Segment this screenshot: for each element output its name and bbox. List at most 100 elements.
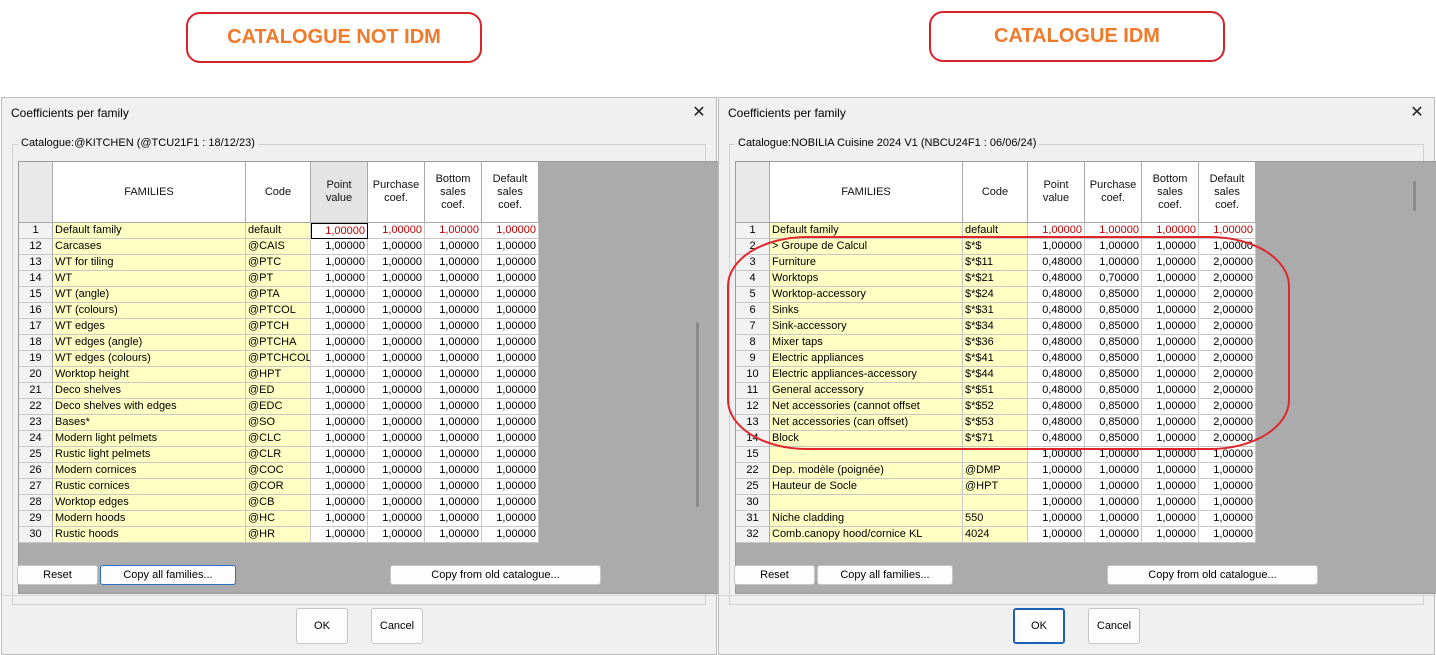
default-sales-coef-cell[interactable]: 2,00000 bbox=[1199, 335, 1256, 351]
purchase-coef-cell[interactable]: 0,85000 bbox=[1085, 319, 1142, 335]
purchase-coef-cell[interactable]: 0,85000 bbox=[1085, 431, 1142, 447]
bottom-sales-coef-cell[interactable]: 1,00000 bbox=[1142, 383, 1199, 399]
code-cell[interactable]: 4024 bbox=[963, 527, 1028, 543]
default-sales-coef-cell[interactable]: 2,00000 bbox=[1199, 303, 1256, 319]
default-sales-coef-cell[interactable]: 2,00000 bbox=[1199, 415, 1256, 431]
bottom-sales-coef-cell[interactable]: 1,00000 bbox=[425, 463, 482, 479]
header-code[interactable]: Code bbox=[963, 162, 1028, 223]
purchase-coef-cell[interactable]: 1,00000 bbox=[368, 399, 425, 415]
code-cell[interactable]: @PTC bbox=[246, 255, 311, 271]
table-row[interactable]: 23 Bases* @SO 1,00000 1,00000 1,00000 1,00000 bbox=[19, 415, 539, 431]
code-cell[interactable]: @PTA bbox=[246, 287, 311, 303]
table-row[interactable]: 13 Net accessories (can offset) $*$53 0,480… bbox=[736, 415, 1256, 431]
family-name-cell[interactable]: WT edges (angle) bbox=[53, 335, 246, 351]
copy-from-old-catalogue-button[interactable]: Copy from old catalogue... bbox=[390, 565, 601, 585]
table-row[interactable]: 30 1,00000 1,00000 1,00000 1,00000 bbox=[736, 495, 1256, 511]
purchase-coef-cell[interactable]: 1,00000 bbox=[368, 415, 425, 431]
bottom-sales-coef-cell[interactable]: 1,00000 bbox=[425, 447, 482, 463]
header-families[interactable]: FAMILIES bbox=[770, 162, 963, 223]
bottom-sales-coef-cell[interactable]: 1,00000 bbox=[425, 223, 482, 239]
code-cell[interactable]: @HR bbox=[246, 527, 311, 543]
table-row[interactable]: 11 General accessory $*$51 0,48000 0,85000 1,… bbox=[736, 383, 1256, 399]
point-value-cell[interactable]: 1,00000 bbox=[1028, 447, 1085, 463]
bottom-sales-coef-cell[interactable]: 1,00000 bbox=[425, 527, 482, 543]
code-cell[interactable]: @PTCHCOL bbox=[246, 351, 311, 367]
code-cell[interactable]: $*$71 bbox=[963, 431, 1028, 447]
bottom-sales-coef-cell[interactable]: 1,00000 bbox=[1142, 415, 1199, 431]
family-name-cell[interactable]: Niche cladding bbox=[770, 511, 963, 527]
cancel-button[interactable]: Cancel bbox=[1088, 608, 1140, 644]
bottom-sales-coef-cell[interactable]: 1,00000 bbox=[1142, 463, 1199, 479]
header-default-sales-coef[interactable]: Default sales coef. bbox=[1199, 162, 1256, 223]
close-icon[interactable]: ✕ bbox=[690, 102, 708, 122]
family-name-cell[interactable]: WT edges (colours) bbox=[53, 351, 246, 367]
default-sales-coef-cell[interactable]: 2,00000 bbox=[1199, 367, 1256, 383]
table-row[interactable]: 18 WT edges (angle) @PTCHA 1,00000 1,00000 1,… bbox=[19, 335, 539, 351]
table-row[interactable]: 16 WT (colours) @PTCOL 1,00000 1,00000 1,0000… bbox=[19, 303, 539, 319]
bottom-sales-coef-cell[interactable]: 1,00000 bbox=[1142, 287, 1199, 303]
default-sales-coef-cell[interactable]: 1,00000 bbox=[1199, 527, 1256, 543]
default-sales-coef-cell[interactable]: 1,00000 bbox=[1199, 463, 1256, 479]
table-row[interactable]: 26 Modern cornices @COC 1,00000 1,00000 1,000… bbox=[19, 463, 539, 479]
default-sales-coef-cell[interactable]: 1,00000 bbox=[482, 255, 539, 271]
point-value-cell[interactable]: 0,48000 bbox=[1028, 383, 1085, 399]
bottom-sales-coef-cell[interactable]: 1,00000 bbox=[1142, 271, 1199, 287]
default-sales-coef-cell[interactable]: 1,00000 bbox=[482, 335, 539, 351]
default-sales-coef-cell[interactable]: 1,00000 bbox=[482, 399, 539, 415]
default-sales-coef-cell[interactable]: 1,00000 bbox=[482, 239, 539, 255]
vertical-scrollbar[interactable] bbox=[1413, 181, 1416, 211]
purchase-coef-cell[interactable]: 1,00000 bbox=[368, 287, 425, 303]
code-cell[interactable]: $*$53 bbox=[963, 415, 1028, 431]
header-bottom-sales-coef[interactable]: Bottom sales coef. bbox=[425, 162, 482, 223]
table-row[interactable]: 12 Net accessories (cannot offset $*$52 0,4… bbox=[736, 399, 1256, 415]
bottom-sales-coef-cell[interactable]: 1,00000 bbox=[425, 399, 482, 415]
family-name-cell[interactable]: > Groupe de Calcul bbox=[770, 239, 963, 255]
family-name-cell[interactable]: Rustic hoods bbox=[53, 527, 246, 543]
family-name-cell[interactable]: Sinks bbox=[770, 303, 963, 319]
purchase-coef-cell[interactable]: 1,00000 bbox=[1085, 239, 1142, 255]
families-grid[interactable]: FAMILIES Code Point value Purchase coef.… bbox=[18, 161, 721, 594]
bottom-sales-coef-cell[interactable]: 1,00000 bbox=[1142, 527, 1199, 543]
family-name-cell[interactable]: Worktop edges bbox=[53, 495, 246, 511]
header-default-sales-coef[interactable]: Default sales coef. bbox=[482, 162, 539, 223]
bottom-sales-coef-cell[interactable]: 1,00000 bbox=[1142, 367, 1199, 383]
family-name-cell[interactable]: Net accessories (cannot offset bbox=[770, 399, 963, 415]
code-cell[interactable]: $*$34 bbox=[963, 319, 1028, 335]
family-name-cell[interactable]: Deco shelves with edges bbox=[53, 399, 246, 415]
family-name-cell[interactable]: Electric appliances bbox=[770, 351, 963, 367]
point-value-cell[interactable]: 0,48000 bbox=[1028, 303, 1085, 319]
family-name-cell[interactable]: Sink-accessory bbox=[770, 319, 963, 335]
bottom-sales-coef-cell[interactable]: 1,00000 bbox=[425, 271, 482, 287]
bottom-sales-coef-cell[interactable]: 1,00000 bbox=[1142, 223, 1199, 239]
default-sales-coef-cell[interactable]: 1,00000 bbox=[482, 447, 539, 463]
purchase-coef-cell[interactable]: 1,00000 bbox=[1085, 463, 1142, 479]
family-name-cell[interactable]: Block bbox=[770, 431, 963, 447]
bottom-sales-coef-cell[interactable]: 1,00000 bbox=[1142, 319, 1199, 335]
header-bottom-sales-coef[interactable]: Bottom sales coef. bbox=[1142, 162, 1199, 223]
point-value-cell[interactable]: 1,00000 bbox=[311, 527, 368, 543]
purchase-coef-cell[interactable]: 0,85000 bbox=[1085, 335, 1142, 351]
family-name-cell[interactable]: Bases* bbox=[53, 415, 246, 431]
table-row[interactable]: 5 Worktop-accessory $*$24 0,48000 0,85000 1,0… bbox=[736, 287, 1256, 303]
table-row[interactable]: 31 Niche cladding 550 1,00000 1,00000 1,00000… bbox=[736, 511, 1256, 527]
code-cell[interactable]: @CB bbox=[246, 495, 311, 511]
point-value-cell[interactable]: 1,00000 bbox=[1028, 463, 1085, 479]
bottom-sales-coef-cell[interactable]: 1,00000 bbox=[425, 335, 482, 351]
code-cell[interactable]: @ED bbox=[246, 383, 311, 399]
family-name-cell[interactable]: Net accessories (can offset) bbox=[770, 415, 963, 431]
code-cell[interactable]: $*$11 bbox=[963, 255, 1028, 271]
table-row[interactable]: 1 Default family default 1,00000 1,00000 1,00… bbox=[19, 223, 539, 239]
families-grid[interactable]: FAMILIES Code Point value Purchase coef.… bbox=[735, 161, 1436, 594]
purchase-coef-cell[interactable]: 1,00000 bbox=[1085, 223, 1142, 239]
code-cell[interactable]: @PTCOL bbox=[246, 303, 311, 319]
point-value-cell[interactable]: 1,00000 bbox=[311, 319, 368, 335]
point-value-cell[interactable]: 1,00000 bbox=[1028, 479, 1085, 495]
default-sales-coef-cell[interactable]: 1,00000 bbox=[482, 527, 539, 543]
copy-all-families-button[interactable]: Copy all families... bbox=[100, 565, 236, 585]
code-cell[interactable] bbox=[963, 495, 1028, 511]
default-sales-coef-cell[interactable]: 2,00000 bbox=[1199, 399, 1256, 415]
code-cell[interactable]: default bbox=[246, 223, 311, 239]
family-name-cell[interactable]: General accessory bbox=[770, 383, 963, 399]
table-row[interactable]: 28 Worktop edges @CB 1,00000 1,00000 1,00000 1… bbox=[19, 495, 539, 511]
code-cell[interactable]: @PT bbox=[246, 271, 311, 287]
